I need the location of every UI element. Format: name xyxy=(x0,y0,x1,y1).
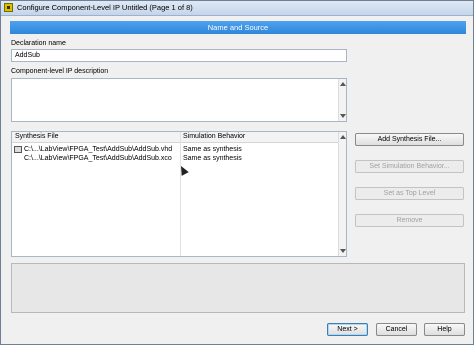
row-simulation-behavior: Same as synthesis xyxy=(183,146,242,153)
help-description-area xyxy=(11,263,465,313)
scroll-up-arrow-icon[interactable] xyxy=(340,135,346,139)
header-synthesis-file[interactable]: Synthesis File xyxy=(15,133,59,140)
description-scrollbar[interactable] xyxy=(338,79,346,121)
description-label: Component-level IP description xyxy=(11,68,109,75)
table-header: Synthesis File Simulation Behavior xyxy=(12,132,338,143)
file-icon xyxy=(14,146,22,153)
description-textarea[interactable] xyxy=(11,78,347,122)
declaration-name-label: Declaration name xyxy=(11,40,66,47)
scroll-down-arrow-icon[interactable] xyxy=(340,249,346,253)
set-as-top-level-button[interactable]: Set as Top Level xyxy=(355,187,464,200)
remove-button[interactable]: Remove xyxy=(355,214,464,227)
help-button[interactable]: Help xyxy=(424,323,465,336)
add-synthesis-file-button[interactable]: Add Synthesis File... xyxy=(355,133,464,146)
title-bar[interactable]: Configure Component-Level IP Untitled (P… xyxy=(1,1,473,16)
window-title: Configure Component-Level IP Untitled (P… xyxy=(17,3,193,12)
row-simulation-behavior: Same as synthesis xyxy=(183,155,242,162)
set-simulation-behavior-button[interactable]: Set Simulation Behavior... xyxy=(355,160,464,173)
header-simulation-behavior[interactable]: Simulation Behavior xyxy=(183,133,245,140)
table-row[interactable]: C:\...\LabView\FPGA_Test\AddSub\AddSub.x… xyxy=(12,154,338,164)
row-file-path: C:\...\LabView\FPGA_Test\AddSub\AddSub.v… xyxy=(24,146,173,153)
synthesis-files-table[interactable]: Synthesis File Simulation Behavior C:\..… xyxy=(11,131,347,257)
cancel-button[interactable]: Cancel xyxy=(376,323,417,336)
next-button[interactable]: Next > xyxy=(327,323,368,336)
scroll-down-arrow-icon[interactable] xyxy=(340,114,346,118)
declaration-name-input[interactable]: AddSub xyxy=(11,49,347,62)
dialog-window: Configure Component-Level IP Untitled (P… xyxy=(0,0,474,345)
scroll-up-arrow-icon[interactable] xyxy=(340,82,346,86)
labview-app-icon xyxy=(4,3,13,12)
page-banner: Name and Source xyxy=(10,21,466,34)
table-scrollbar[interactable] xyxy=(338,132,346,256)
row-file-path: C:\...\LabView\FPGA_Test\AddSub\AddSub.x… xyxy=(24,155,172,162)
